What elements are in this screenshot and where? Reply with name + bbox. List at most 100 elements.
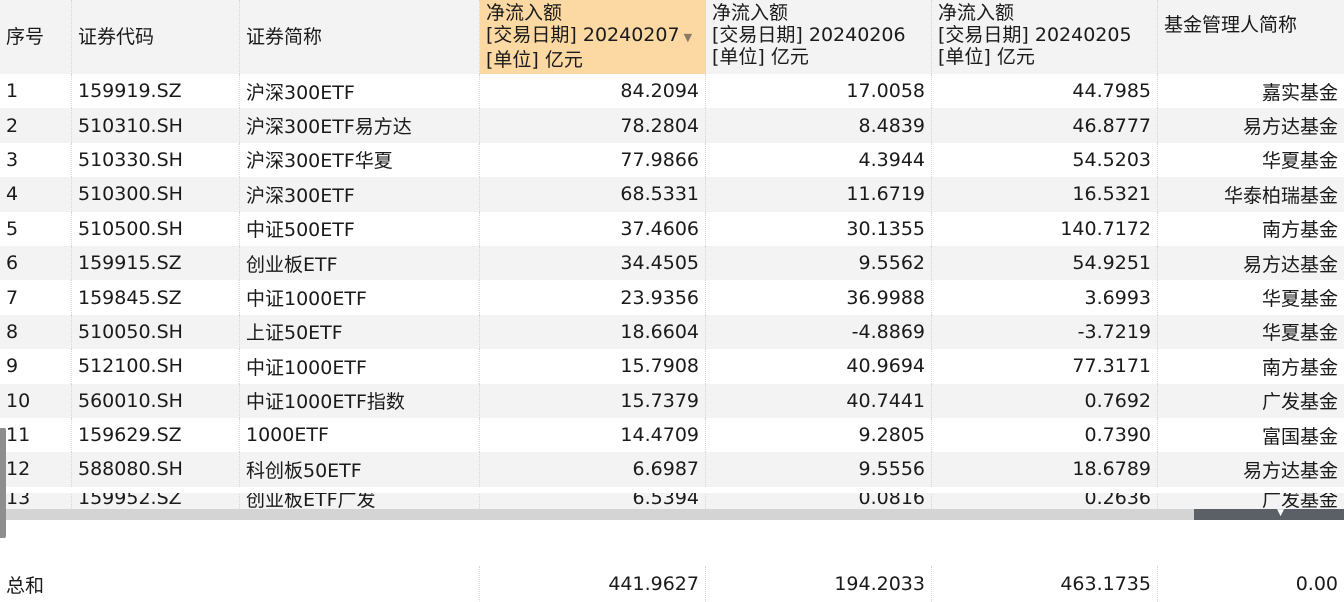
cell-d1: 37.4606 [480,211,706,246]
table-row[interactable]: 11 159629.SZ 1000ETF 14.4709 9.2805 0.7390 富国基… [0,417,1344,453]
cell-manager: 华夏基金 [1261,322,1338,345]
table-row[interactable]: 5 510500.SH 中证500ETF 37.4606 30.1355 140.7172… [0,211,1344,246]
header-index[interactable]: 序号 [0,0,72,74]
header-d2-line3: [单位] 亿元 [712,46,809,68]
cell-d2: 17.0058 [706,74,932,109]
cell-code: 159845.SZ [72,280,240,315]
cell-d3: 0.7390 [932,417,1158,453]
table-row[interactable]: 3 510330.SH 沪深300ETF华夏 77.9866 4.3944 54.5203… [0,142,1344,178]
summary-d3: 463.1735 [932,566,1158,602]
cell-d2: 9.5562 [706,245,932,281]
header-code[interactable]: 证券代码 [72,0,240,74]
cell-manager: 嘉实基金 [1261,81,1338,104]
cell-index: 10 [0,383,72,418]
pane-splitter[interactable] [0,509,1344,520]
cell-d3: 44.7985 [932,74,1158,109]
header-manager-label: 基金管理人简称 [1164,14,1298,36]
cell-code: 588080.SH [72,452,240,487]
cell-d1: 84.2094 [480,74,706,109]
summary-manager: 0.00 [1295,573,1338,595]
table-row[interactable]: 10 560010.SH 中证1000ETF指数 15.7379 40.7441 0.76… [0,383,1344,418]
cell-d3: 54.5203 [932,142,1158,178]
header-d3-line1: 净流入额 [938,2,1015,24]
cell-code: 159915.SZ [72,245,240,281]
cell-name: 科创板50ETF [240,452,480,487]
header-d2-line1: 净流入额 [712,2,789,24]
cell-manager: 华泰柏瑞基金 [1223,184,1338,207]
cell-manager: 南方基金 [1261,219,1338,242]
splitter-arrow-icon[interactable]: ▼ [1277,508,1284,518]
table-row[interactable]: 4 510300.SH 沪深300ETF 68.5331 11.6719 16.5321 华… [0,177,1344,212]
cell-code: 159952.SZ [72,493,240,510]
cell-d2: 0.0816 [706,493,932,510]
cell-d2: 4.3944 [706,142,932,178]
cell-d1: 34.4505 [480,245,706,281]
header-netflow-20240206[interactable]: 净流入额 [交易日期] 20240206 [单位] 亿元 [706,0,932,74]
cell-manager: 易方达基金 [1242,253,1338,276]
summary-row: 总和 441.9627 194.2033 463.1735 0.00 [0,566,1344,602]
cell-index: 7 [0,280,72,315]
cell-name: 创业板ETF [240,245,480,281]
header-d3-line3: [单位] 亿元 [938,46,1035,68]
header-netflow-20240205[interactable]: 净流入额 [交易日期] 20240205 [单位] 亿元 [932,0,1158,74]
cell-d2: -4.8869 [706,314,932,350]
cell-d3: 140.7172 [932,211,1158,246]
table-row[interactable]: 12 588080.SH 科创板50ETF 6.6987 9.5556 18.6789 易方… [0,452,1344,487]
cell-code: 510330.SH [72,142,240,178]
table-row[interactable]: 7 159845.SZ 中证1000ETF 23.9356 36.9988 3.6993 华… [0,280,1344,315]
cell-code: 510310.SH [72,108,240,143]
cell-index: 12 [0,452,72,487]
cell-d2: 9.2805 [706,417,932,453]
data-table: 序号 证券代码 证券简称 净流入额 [交易日期] 20240207 ▼ [单位] … [0,0,1344,487]
table-row[interactable]: 8 510050.SH 上证50ETF 18.6604 -4.8869 -3.7219 华夏… [0,314,1344,350]
cell-d1: 77.9866 [480,142,706,178]
table-row[interactable]: 2 510310.SH 沪深300ETF易方达 78.2804 8.4839 46.877… [0,108,1344,143]
cell-d3: 46.8777 [932,108,1158,143]
header-netflow-20240207[interactable]: 净流入额 [交易日期] 20240207 ▼ [单位] 亿元 [480,0,706,74]
cell-manager: 易方达基金 [1242,459,1338,482]
summary-d2: 194.2033 [706,566,932,602]
cell-d1: 14.4709 [480,417,706,453]
cell-d2: 11.6719 [706,177,932,212]
cell-name: 沪深300ETF易方达 [240,108,480,143]
cell-d3: 16.5321 [932,177,1158,212]
cell-code: 510500.SH [72,211,240,246]
table-row[interactable]: 6 159915.SZ 创业板ETF 34.4505 9.5562 54.9251 易方达基… [0,245,1344,281]
cell-d1: 6.6987 [480,452,706,487]
cell-name: 中证1000ETF [240,280,480,315]
header-d1-line1: 净流入额 [486,2,563,24]
table-row[interactable]: 9 512100.SH 中证1000ETF 15.7908 40.9694 77.3171… [0,349,1344,384]
table-row-partial[interactable]: 13 159952.SZ 创业板ETF广发 6.5394 0.0816 0.26… [0,493,1344,510]
header-d3-line2: [交易日期] 20240205 [938,24,1132,46]
cell-d2: 36.9988 [706,280,932,315]
table-row[interactable]: 1 159919.SZ 沪深300ETF 84.2094 17.0058 44.7985 嘉… [0,74,1344,109]
summary-label: 总和 [0,566,480,602]
cell-d3: 77.3171 [932,349,1158,384]
cell-d2: 30.1355 [706,211,932,246]
cell-manager: 富国基金 [1261,425,1338,448]
header-index-label: 序号 [6,26,45,48]
cell-d2: 40.9694 [706,349,932,384]
cell-name: 创业板ETF广发 [240,493,480,510]
cell-manager: 易方达基金 [1242,116,1338,139]
cell-d3: 3.6993 [932,280,1158,315]
cell-d1: 6.5394 [480,493,706,510]
cell-index: 6 [0,245,72,281]
header-name-label: 证券简称 [246,26,323,48]
cell-index: 9 [0,349,72,384]
header-d1-line2: [交易日期] 20240207 [486,24,680,46]
header-manager[interactable]: 基金管理人简称 [1158,0,1344,74]
cell-index: 3 [0,142,72,178]
header-name[interactable]: 证券简称 [240,0,480,74]
cell-name: 沪深300ETF [240,74,480,109]
table-header: 序号 证券代码 证券简称 净流入额 [交易日期] 20240207 ▼ [单位] … [0,0,1344,74]
cell-name: 上证50ETF [240,314,480,350]
cell-d3: 0.2636 [932,493,1158,510]
cell-index: 11 [0,417,72,453]
left-scroll-handle[interactable] [0,428,6,538]
cell-d1: 23.9356 [480,280,706,315]
sort-desc-icon[interactable]: ▼ [684,31,692,44]
cell-manager: 华夏基金 [1261,150,1338,173]
cell-d2: 40.7441 [706,383,932,418]
cell-name: 1000ETF [240,417,480,453]
